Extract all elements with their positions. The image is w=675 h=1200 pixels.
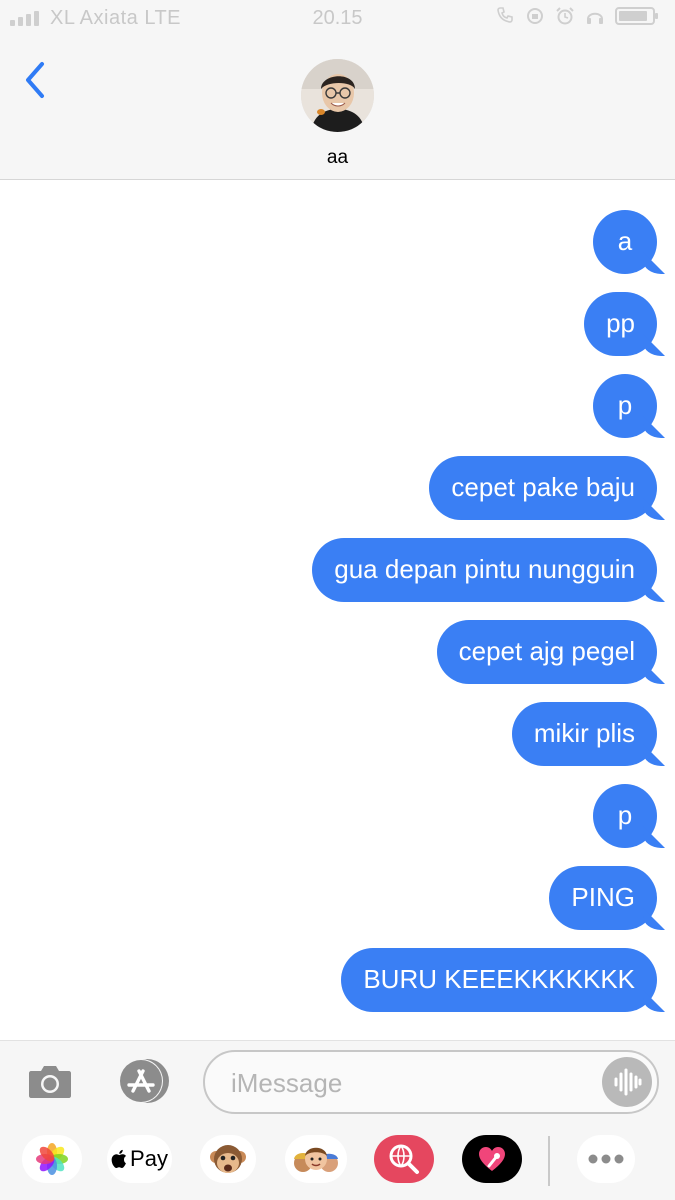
memoji-icon xyxy=(294,1147,338,1172)
sent-message-bubble[interactable]: gua depan pintu nungguin xyxy=(312,538,657,602)
contact-avatar[interactable] xyxy=(301,59,374,132)
apple-pay-label: Pay xyxy=(130,1146,168,1171)
voice-message-button[interactable] xyxy=(602,1057,652,1107)
sent-message-bubble[interactable]: a xyxy=(593,210,657,274)
message-row: pp xyxy=(584,292,657,356)
camera-icon xyxy=(29,1066,71,1098)
apple-pay-button[interactable]: Pay xyxy=(107,1135,172,1183)
message-row: mikir plis xyxy=(511,702,657,766)
sent-message-bubble[interactable]: p xyxy=(593,374,657,438)
more-apps-button[interactable] xyxy=(577,1135,635,1183)
sent-message-bubble[interactable]: p xyxy=(593,784,657,848)
message-list: a pp p cepet pake baju gua depan pintu nungg… xyxy=(0,210,675,1030)
status-icons xyxy=(495,6,658,26)
message-row: BURU KEEEKKKKKKK xyxy=(341,948,657,1012)
photos-app-button[interactable] xyxy=(22,1135,82,1183)
message-row: cepet pake baju xyxy=(429,456,657,520)
app-store-icon xyxy=(119,1059,169,1103)
message-row: PING xyxy=(549,866,657,930)
digital-touch-button[interactable] xyxy=(462,1135,522,1183)
web-search-icon xyxy=(389,1144,419,1174)
web-search-button[interactable] xyxy=(374,1135,434,1183)
digital-touch-icon xyxy=(479,1147,505,1171)
camera-button[interactable] xyxy=(27,1061,73,1101)
message-row: p xyxy=(593,784,657,848)
message-input[interactable] xyxy=(231,1064,591,1102)
sent-message-bubble[interactable]: cepet ajg pegel xyxy=(436,620,657,684)
conversation-header: XL Axiata LTE 20.15 aa xyxy=(0,0,675,180)
chevron-left-icon xyxy=(26,62,44,98)
message-row: gua depan pintu nungguin xyxy=(312,538,657,602)
alarm-icon xyxy=(555,6,575,26)
sent-message-bubble[interactable]: PING xyxy=(549,866,657,930)
phone-icon xyxy=(495,6,515,26)
sent-message-bubble[interactable]: pp xyxy=(584,292,657,356)
app-drawer: Pay xyxy=(0,1131,675,1200)
rotation-lock-icon xyxy=(525,6,545,26)
more-icon xyxy=(588,1154,624,1164)
headphones-icon xyxy=(585,6,605,26)
back-button[interactable] xyxy=(20,58,56,102)
battery-level xyxy=(619,11,647,21)
apple-logo-icon xyxy=(111,1149,127,1169)
composer-bar: Pay xyxy=(0,1040,675,1200)
animoji-icon xyxy=(210,1145,246,1173)
app-store-button[interactable] xyxy=(113,1057,173,1105)
sent-message-bubble[interactable]: cepet pake baju xyxy=(429,456,657,520)
drawer-divider xyxy=(548,1136,550,1186)
message-input-field[interactable] xyxy=(203,1050,659,1114)
sent-message-bubble[interactable]: BURU KEEEKKKKKKK xyxy=(341,948,657,1012)
animoji-button[interactable] xyxy=(200,1135,256,1183)
status-bar: XL Axiata LTE 20.15 xyxy=(0,0,675,36)
message-row: a xyxy=(593,210,657,274)
message-row: p xyxy=(593,374,657,438)
waveform-icon xyxy=(614,1068,642,1096)
sent-message-bubble[interactable]: mikir plis xyxy=(511,702,657,766)
photos-icon xyxy=(36,1143,68,1175)
message-row: cepet ajg pegel xyxy=(436,620,657,684)
battery-icon xyxy=(615,7,658,25)
memoji-button[interactable] xyxy=(285,1135,347,1183)
contact-name[interactable]: aa xyxy=(0,147,675,169)
